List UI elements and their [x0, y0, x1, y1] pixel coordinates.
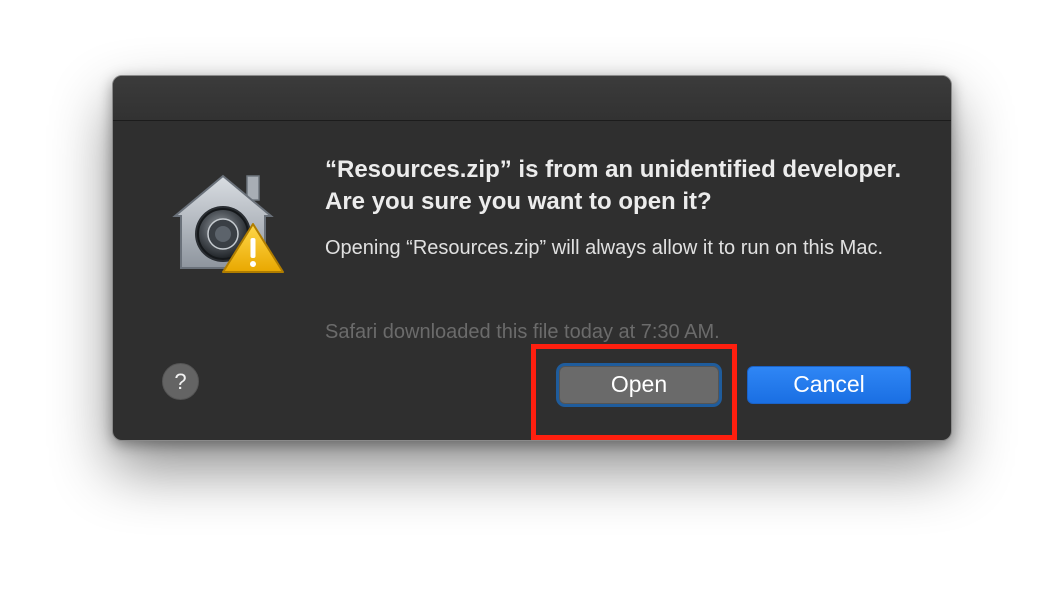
- security-alert-dialog: “Resources.zip” is from an unidentified …: [112, 75, 952, 441]
- open-button[interactable]: Open: [559, 366, 719, 404]
- dialog-message: Opening “Resources.zip” will always allo…: [325, 237, 883, 259]
- dialog-titlebar[interactable]: [113, 76, 951, 121]
- cancel-button[interactable]: Cancel: [747, 366, 911, 404]
- screen: “Resources.zip” is from an unidentified …: [0, 0, 1064, 590]
- help-button[interactable]: ?: [162, 363, 199, 400]
- download-info: Safari downloaded this file today at 7:3…: [325, 321, 720, 343]
- dialog-heading: “Resources.zip” is from an unidentified …: [325, 156, 902, 215]
- gatekeeper-security-icon: [172, 174, 284, 273]
